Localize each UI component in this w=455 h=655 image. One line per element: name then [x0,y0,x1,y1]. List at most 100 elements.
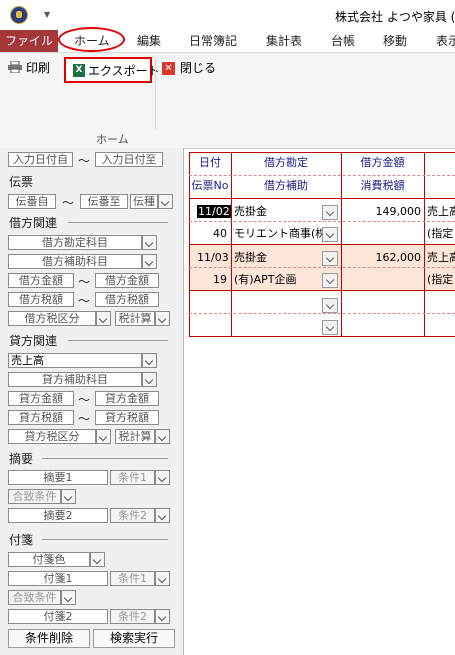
credit-amount-from-field[interactable]: 貸方金額 [8,391,74,406]
credit-account-dropdown-icon[interactable] [142,353,157,368]
tab-ledger[interactable]: 台帳 [331,30,355,52]
sticky-color-dropdown-icon[interactable] [90,552,105,567]
grid-line [189,244,455,245]
tab-daily-bookkeeping[interactable]: 日常簿記 [189,30,237,52]
voucher-no-from-field[interactable]: 伝番自 [8,194,56,209]
row2-account-dropdown-icon[interactable] [322,251,338,266]
ribbon: 印刷 X エクスポート ✕ 閉じる ホーム [0,53,455,149]
summary-combine-field[interactable]: 合致条件 [8,489,61,504]
row2-debit-account[interactable]: 売掛金 [234,250,322,266]
header-date: 日付 [199,156,221,169]
debit-account-field[interactable]: 借方勘定科目 [8,235,142,250]
row2-date[interactable]: 11/03 [197,250,231,266]
summary-combine-dropdown-icon[interactable] [61,489,76,504]
debit-amount-from-field[interactable]: 借方金額 [8,273,74,288]
grid-line [189,267,455,268]
print-button[interactable]: 印刷 [26,57,50,79]
grid-line [189,290,455,291]
excel-icon: X [73,64,85,77]
row2-debit-sub-account[interactable]: (有)APT企画 [234,272,322,288]
sticky-note2-field[interactable]: 付箋2 [8,609,108,624]
sticky-note2-condition-dropdown-icon[interactable] [155,609,170,624]
debit-account-dropdown-icon[interactable] [142,235,157,250]
summary1-condition-dropdown-icon[interactable] [155,470,170,485]
row3-sub-dropdown-icon[interactable] [322,320,338,335]
credit-tax-calc-dropdown-icon[interactable] [155,429,170,444]
menu-file[interactable]: ファイル [0,30,58,52]
row2-voucher-no[interactable]: 19 [189,272,227,288]
tab-move[interactable]: 移動 [383,30,407,52]
summary2-condition-dropdown-icon[interactable] [155,508,170,523]
row1-credit-sub-account[interactable]: (指定 [427,226,455,242]
quick-access-dropdown-icon[interactable]: ▼ [44,10,50,19]
header-debit-amount: 借方金額 [360,156,405,169]
credit-sub-account-dropdown-icon[interactable] [142,372,157,387]
section-divider [68,340,168,341]
row2-debit-amount[interactable]: 162,000 [341,250,422,266]
row1-date[interactable]: 11/02 [197,204,231,220]
input-date-from-field[interactable]: 入力日付自 [8,152,73,167]
voucher-no-to-field[interactable]: 伝番至 [80,194,128,209]
credit-sub-account-field[interactable]: 貸方補助科目 [8,372,142,387]
debit-tax-calc-dropdown-icon[interactable] [155,311,170,326]
debit-tax-class-field[interactable]: 借方税区分 [8,311,96,326]
debit-sub-account-field[interactable]: 借方補助科目 [8,254,142,269]
sticky-color-field[interactable]: 付箋色 [8,552,90,567]
printer-icon [8,61,22,73]
grid-line [189,336,455,337]
row1-credit-account[interactable]: 売上高 [427,204,455,220]
debit-tax-to-field[interactable]: 借方税額 [95,292,159,307]
sticky-note1-condition-field[interactable]: 条件1 [110,571,155,586]
row1-debit-account[interactable]: 売掛金 [234,204,322,220]
sticky-combine-dropdown-icon[interactable] [61,590,76,605]
credit-tax-from-field[interactable]: 貸方税額 [8,410,74,425]
summary2-field[interactable]: 摘要2 [8,508,108,523]
app-logo-icon[interactable] [10,6,28,24]
debit-sub-account-dropdown-icon[interactable] [142,254,157,269]
row1-voucher-no[interactable]: 40 [189,226,227,242]
credit-tax-calc-field[interactable]: 税計算 [115,429,155,444]
tab-home[interactable]: ホーム [74,30,110,52]
row1-debit-amount[interactable]: 149,000 [341,204,422,220]
credit-amount-to-field[interactable]: 貸方金額 [95,391,159,406]
close-button[interactable]: 閉じる [180,57,216,79]
sticky-note2-condition-field[interactable]: 条件2 [110,609,155,624]
sticky-note1-field[interactable]: 付箋1 [8,571,108,586]
row2-sub-dropdown-icon[interactable] [322,273,338,288]
voucher-kind-field[interactable]: 伝種 [130,194,158,209]
tab-edit[interactable]: 編集 [137,30,161,52]
run-search-button[interactable]: 検索実行 [93,629,175,648]
voucher-kind-dropdown-icon[interactable] [158,194,173,209]
credit-tax-class-field[interactable]: 貸方税区分 [8,429,96,444]
sticky-combine-field[interactable]: 合致条件 [8,590,61,605]
range-separator: 〜 [78,154,91,168]
row2-credit-account[interactable]: 売上高 [427,250,455,266]
summary1-condition-field[interactable]: 条件1 [110,470,155,485]
debit-tax-class-dropdown-icon[interactable] [96,311,111,326]
input-date-to-field[interactable]: 入力日付至 [95,152,163,167]
ribbon-separator [155,59,156,129]
summary2-condition-field[interactable]: 条件2 [110,508,155,523]
section-divider [68,222,168,223]
row2-credit-sub-account[interactable]: (指定 [427,272,455,288]
range-separator: 〜 [62,196,75,210]
header-tax-amount: 消費税額 [360,179,405,192]
section-sticky-note: 付箋 [9,533,34,547]
row1-debit-sub-account[interactable]: モリエント商事(株 [234,226,322,242]
row1-sub-dropdown-icon[interactable] [322,227,338,242]
clear-conditions-button[interactable]: 条件削除 [8,629,90,648]
tab-summary[interactable]: 集計表 [266,30,302,52]
credit-tax-to-field[interactable]: 貸方税額 [95,410,159,425]
row3-account-dropdown-icon[interactable] [322,298,338,313]
row1-account-dropdown-icon[interactable] [322,205,338,220]
debit-tax-from-field[interactable]: 借方税額 [8,292,74,307]
export-label: エクスポート [88,64,160,78]
debit-tax-calc-field[interactable]: 税計算 [115,311,155,326]
summary1-field[interactable]: 摘要1 [8,470,108,485]
tab-view[interactable]: 表示 [436,30,455,52]
credit-tax-class-dropdown-icon[interactable] [96,429,111,444]
debit-amount-to-field[interactable]: 借方金額 [95,273,159,288]
credit-account-field[interactable]: 売上高 [8,353,142,368]
export-button[interactable]: X エクスポート [64,57,160,83]
sticky-note1-condition-dropdown-icon[interactable] [155,571,170,586]
